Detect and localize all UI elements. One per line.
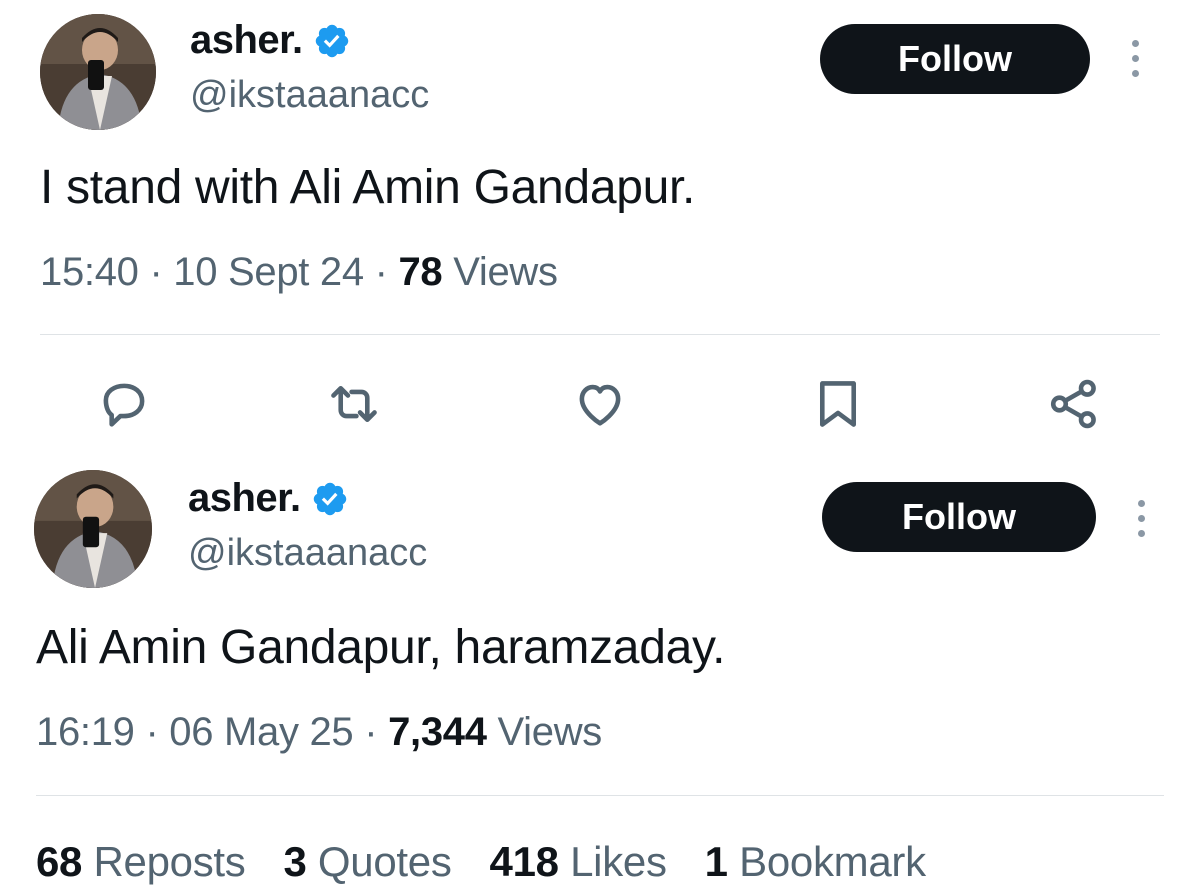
- views-count: 7,344: [388, 710, 487, 754]
- stat-count: 3: [283, 838, 307, 885]
- divider: [36, 795, 1164, 796]
- tweet-meta: 15:40 · 10 Sept 24 · 78 Views: [40, 250, 558, 295]
- stat-label: Quotes: [317, 838, 452, 885]
- stat-likes[interactable]: 418 Likes: [490, 838, 667, 886]
- stat-count: 1: [704, 838, 728, 885]
- stat-bookmarks[interactable]: 1 Bookmark: [705, 838, 926, 886]
- user-handle[interactable]: @ikstaaanacc: [190, 74, 429, 117]
- like-icon: [579, 384, 621, 426]
- author-name-row: asher.: [190, 18, 351, 63]
- tweet-date[interactable]: 06 May 25: [169, 710, 353, 754]
- stat-reposts[interactable]: 68 Reposts: [36, 838, 246, 886]
- author-name-row: asher.: [188, 476, 349, 521]
- stat-label: Likes: [570, 838, 667, 885]
- bookmark-button[interactable]: [808, 374, 868, 434]
- follow-button[interactable]: Follow: [820, 24, 1090, 94]
- meta-separator: ·: [149, 250, 163, 294]
- user-handle[interactable]: @ikstaaanacc: [188, 532, 427, 575]
- tweet-time[interactable]: 15:40: [40, 250, 139, 294]
- views-label: Views: [453, 250, 558, 294]
- tweet-2: asher. @ikstaaanacc Follow Ali Amin Gand…: [0, 460, 1200, 895]
- more-options-icon[interactable]: [1134, 500, 1148, 537]
- display-name[interactable]: asher.: [190, 18, 303, 63]
- share-icon: [1050, 379, 1096, 429]
- meta-separator: ·: [374, 250, 388, 294]
- stat-count: 418: [489, 838, 559, 885]
- meta-separator: ·: [145, 710, 159, 754]
- divider: [40, 334, 1160, 335]
- views-count: 78: [398, 250, 443, 294]
- retweet-button[interactable]: [324, 374, 384, 434]
- stat-quotes[interactable]: 3 Quotes: [283, 838, 451, 886]
- follow-button[interactable]: Follow: [822, 482, 1096, 552]
- verified-badge-icon: [313, 22, 351, 60]
- reply-icon: [103, 383, 145, 427]
- tweet-date[interactable]: 10 Sept 24: [173, 250, 364, 294]
- more-options-icon[interactable]: [1128, 40, 1142, 77]
- retweet-icon: [331, 385, 377, 423]
- tweet-1: asher. @ikstaaanacc Follow I stand with …: [0, 0, 1200, 460]
- tweet-text: Ali Amin Gandapur, haramzaday.: [36, 621, 726, 674]
- bookmark-icon: [819, 381, 857, 427]
- reply-button[interactable]: [94, 374, 154, 434]
- stat-label: Bookmark: [739, 838, 926, 885]
- stat-label: Reposts: [93, 838, 246, 885]
- engagement-stats: 68 Reposts 3 Quotes 418 Likes 1 Bookmark: [36, 838, 926, 886]
- like-button[interactable]: [570, 374, 630, 434]
- avatar[interactable]: [40, 14, 156, 130]
- views-label: Views: [497, 710, 603, 754]
- tweet-meta: 16:19 · 06 May 25 · 7,344 Views: [36, 710, 602, 755]
- stat-count: 68: [36, 838, 83, 885]
- avatar-photo: [40, 14, 156, 130]
- tweet-text: I stand with Ali Amin Gandapur.: [40, 161, 696, 214]
- tweet-time[interactable]: 16:19: [36, 710, 135, 754]
- verified-badge-icon: [311, 480, 349, 518]
- avatar[interactable]: [34, 470, 152, 588]
- avatar-photo: [34, 470, 152, 588]
- share-button[interactable]: [1044, 374, 1104, 434]
- display-name[interactable]: asher.: [188, 476, 301, 521]
- meta-separator: ·: [364, 710, 378, 754]
